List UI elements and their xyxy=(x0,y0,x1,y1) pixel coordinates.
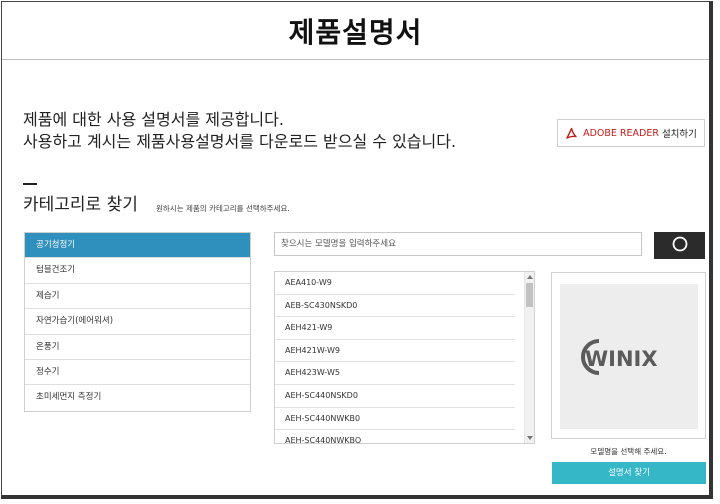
category-item-water-purifier[interactable]: 정수기 xyxy=(25,360,250,386)
model-list-scrollbar[interactable] xyxy=(524,272,534,443)
list-item[interactable]: AEA410-W9 xyxy=(275,272,515,295)
category-list: 공기청정기 텀블건조기 제습기 자연가습기(에어워셔) 온풍기 정수기 초미세먼… xyxy=(24,232,251,412)
list-item[interactable]: AEH-SC440NWKB0 xyxy=(275,408,515,431)
list-item[interactable]: AEH421W-W9 xyxy=(275,340,515,363)
adobe-reader-brand: ADOBE READER xyxy=(583,127,659,139)
category-item-air-washer[interactable]: 자연가습기(에어워셔) xyxy=(25,309,250,335)
model-search-input[interactable] xyxy=(274,232,642,256)
page-header: 제품설명서 xyxy=(2,2,709,60)
category-item-dust-meter[interactable]: 초미세먼지 측정기 xyxy=(25,385,250,410)
section-divider xyxy=(23,183,37,185)
page-frame: 제품설명서 제품에 대한 사용 설명서를 제공합니다. 사용하고 계시는 제품사… xyxy=(1,1,713,499)
adobe-reader-install-button[interactable]: ADOBE READER 설치하기 xyxy=(557,119,705,147)
find-manual-button[interactable]: 설명서 찾기 xyxy=(552,462,706,484)
winix-logo-text: WINIX xyxy=(585,347,658,371)
category-item-dehumidifier[interactable]: 제습기 xyxy=(25,284,250,310)
category-section-hint: 원하시는 제품의 카테고리를 선택하주세요. xyxy=(156,204,290,213)
page-title: 제품설명서 xyxy=(288,15,423,49)
search-button[interactable] xyxy=(654,232,705,259)
product-preview: WINIX xyxy=(551,272,706,439)
category-item-air-purifier[interactable]: 공기청정기 xyxy=(25,233,250,259)
preview-message: 모델명을 선택해 주세요. xyxy=(590,447,667,456)
scroll-down-arrow-icon[interactable] xyxy=(527,436,533,440)
adobe-pdf-icon xyxy=(565,127,578,140)
list-item[interactable]: AEH421-W9 xyxy=(275,317,515,340)
category-section-title: 카테고리로 찾기 xyxy=(23,195,138,215)
intro-line-1: 제품에 대한 사용 설명서를 제공합니다. xyxy=(23,110,284,129)
intro-line-2: 사용하고 계시는 제품사용설명서를 다운로드 받으실 수 있습니다. xyxy=(23,132,457,151)
category-item-heater[interactable]: 온풍기 xyxy=(25,335,250,360)
list-item[interactable]: AEB-SC430NSKD0 xyxy=(275,295,515,318)
category-item-tumble-dryer[interactable]: 텀블건조기 xyxy=(25,258,250,284)
scroll-up-arrow-icon[interactable] xyxy=(527,275,533,279)
scroll-thumb[interactable] xyxy=(526,283,533,307)
search-icon xyxy=(671,235,689,257)
list-item[interactable]: AEH-SC440NSKD0 xyxy=(275,385,515,408)
winix-logo: WINIX xyxy=(581,338,658,375)
model-list: AEA410-W9 AEB-SC430NSKD0 AEH421-W9 AEH42… xyxy=(274,271,535,444)
adobe-reader-install-label: 설치하기 xyxy=(661,129,697,140)
list-item[interactable]: AEH-SC440NWKBO xyxy=(275,430,515,443)
list-item[interactable]: AEH423W-W5 xyxy=(275,362,515,385)
intro-text: 제품에 대한 사용 설명서를 제공합니다. 사용하고 계시는 제품사용설명서를 … xyxy=(23,109,456,153)
product-preview-image: WINIX xyxy=(560,284,698,429)
